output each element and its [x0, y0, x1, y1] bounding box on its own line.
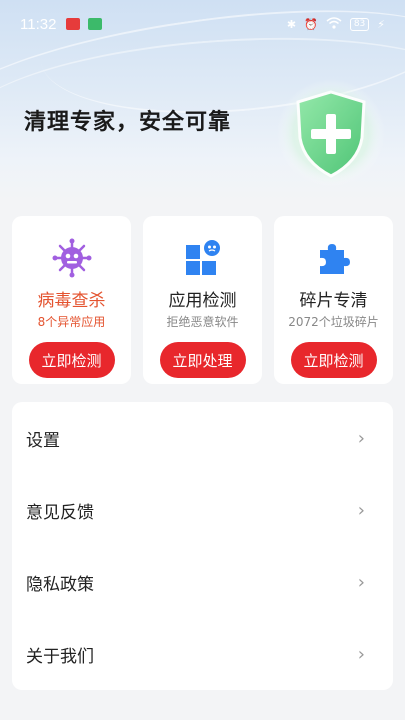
card-virus-scan: 病毒查杀 8个异常应用 立即检测: [12, 216, 131, 384]
menu-item-about[interactable]: 关于我们 ›: [12, 618, 393, 690]
app-check-button[interactable]: 立即处理: [159, 342, 246, 378]
card-title: 应用检测: [168, 291, 237, 311]
alarm-icon: ⏰: [304, 17, 318, 31]
menu-item-feedback[interactable]: 意见反馈 ›: [12, 474, 393, 546]
card-app-check: 应用检测 拒绝恶意软件 立即处理: [143, 216, 262, 384]
menu-item-settings[interactable]: 设置 ›: [12, 402, 393, 474]
card-title: 病毒查杀: [37, 291, 106, 311]
menu-item-label: 隐私政策: [26, 574, 94, 595]
status-bar: 11:32 ✱ ⏰ 83 ⚡: [0, 0, 405, 48]
security-app-notification-icon: [88, 18, 103, 30]
card-fragment-clean: 碎片专清 2072个垃圾碎片 立即检测: [274, 216, 393, 384]
menu-item-privacy[interactable]: 隐私政策 ›: [12, 546, 393, 618]
app-grid-icon: [183, 238, 223, 278]
hero-title: 清理专家，安全可靠: [24, 110, 232, 135]
menu-item-label: 意见反馈: [26, 502, 94, 523]
menu-item-label: 关于我们: [26, 646, 94, 667]
status-time: 11:32: [20, 15, 57, 33]
chevron-right-icon: ›: [357, 643, 365, 665]
status-icons: ✱ ⏰ 83 ⚡: [286, 16, 385, 32]
bluetooth-icon: ✱: [286, 17, 297, 31]
puzzle-icon: [314, 238, 354, 278]
card-subtitle: 8个异常应用: [37, 315, 106, 329]
card-subtitle: 2072个垃圾碎片: [288, 315, 379, 329]
virus-icon: [52, 238, 92, 278]
virus-scan-button[interactable]: 立即检测: [28, 342, 115, 378]
battery-icon: 83: [349, 17, 370, 31]
card-title: 碎片专清: [299, 291, 368, 311]
chevron-right-icon: ›: [357, 571, 365, 593]
wifi-icon: [326, 16, 342, 32]
fragment-clean-button[interactable]: 立即检测: [290, 342, 377, 378]
news-app-notification-icon: [66, 18, 81, 30]
feature-cards: 病毒查杀 8个异常应用 立即检测 应用检测 拒绝恶意软件 立即处理 碎片专清 2…: [12, 216, 393, 384]
settings-menu: 设置 › 意见反馈 › 隐私政策 › 关于我们 ›: [12, 402, 393, 690]
menu-item-label: 设置: [26, 430, 60, 451]
charging-icon: ⚡: [377, 17, 385, 31]
card-subtitle: 拒绝恶意软件: [166, 315, 239, 329]
chevron-right-icon: ›: [357, 427, 365, 449]
chevron-right-icon: ›: [357, 499, 365, 521]
shield-icon: [276, 78, 386, 188]
